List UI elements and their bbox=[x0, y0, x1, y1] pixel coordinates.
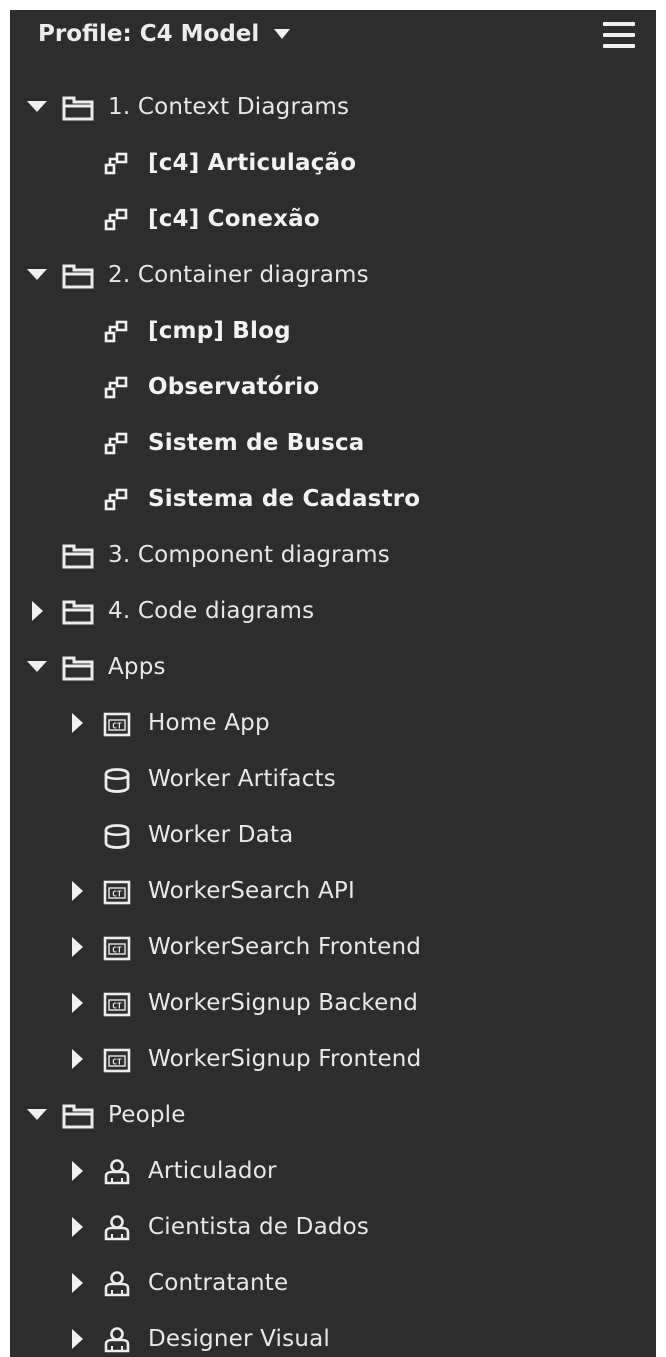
svg-text:CT: CT bbox=[112, 1002, 122, 1011]
diagram-icon bbox=[101, 318, 135, 346]
collapse-triangle-icon[interactable] bbox=[66, 1216, 88, 1238]
svg-text:CT: CT bbox=[112, 722, 122, 731]
tree-item-label: [c4] Conexão bbox=[148, 206, 320, 232]
tree-item-label: Sistem de Busca bbox=[148, 430, 365, 456]
folder-icon bbox=[61, 542, 95, 570]
container-icon: CT bbox=[101, 934, 135, 962]
tree-item-label: People bbox=[108, 1102, 186, 1128]
tree-item[interactable]: 3. Component diagrams bbox=[10, 528, 656, 584]
tree-item[interactable]: Observatório bbox=[10, 360, 656, 416]
tree-item[interactable]: [cmp] Blog bbox=[10, 304, 656, 360]
database-icon bbox=[101, 766, 135, 794]
tree-item[interactable]: Apps bbox=[10, 640, 656, 696]
tree-item[interactable]: Designer Visual bbox=[10, 1312, 656, 1357]
model-tree-panel: Profile: C4 Model 1. Context Diagrams [c4… bbox=[10, 10, 656, 1357]
tree-item[interactable]: CT WorkerSignup Backend bbox=[10, 976, 656, 1032]
tree-item[interactable]: 2. Container diagrams bbox=[10, 248, 656, 304]
tree-item[interactable]: Articulador bbox=[10, 1144, 656, 1200]
caret-down-icon bbox=[273, 28, 291, 40]
tree-item[interactable]: Worker Artifacts bbox=[10, 752, 656, 808]
person-icon bbox=[101, 1158, 135, 1186]
tree-item-label: Worker Data bbox=[148, 822, 294, 848]
folder-icon bbox=[61, 1102, 95, 1130]
tree-item-label: WorkerSignup Frontend bbox=[148, 1046, 422, 1072]
collapse-triangle-icon[interactable] bbox=[66, 1160, 88, 1182]
folder-icon bbox=[61, 654, 95, 682]
collapse-triangle-icon[interactable] bbox=[66, 880, 88, 902]
container-icon: CT bbox=[101, 710, 135, 738]
tree-item[interactable]: CT WorkerSearch Frontend bbox=[10, 920, 656, 976]
diagram-icon bbox=[101, 486, 135, 514]
collapse-triangle-icon[interactable] bbox=[26, 600, 48, 622]
tree-item-label: WorkerSearch API bbox=[148, 878, 355, 904]
tree-item-label: WorkerSignup Backend bbox=[148, 990, 419, 1016]
tree-item-label: Cientista de Dados bbox=[148, 1214, 370, 1240]
profile-selector[interactable]: Profile: C4 Model bbox=[38, 19, 291, 49]
tree-item-label: Articulador bbox=[148, 1158, 277, 1184]
tree-item[interactable]: People bbox=[10, 1088, 656, 1144]
person-icon bbox=[101, 1214, 135, 1242]
container-icon: CT bbox=[101, 990, 135, 1018]
collapse-triangle-icon[interactable] bbox=[66, 936, 88, 958]
expand-triangle-icon[interactable] bbox=[26, 264, 48, 286]
tree-item-label: Sistema de Cadastro bbox=[148, 486, 421, 512]
tree-item[interactable]: CT WorkerSearch API bbox=[10, 864, 656, 920]
collapse-triangle-icon[interactable] bbox=[66, 712, 88, 734]
tree-item-label: WorkerSearch Frontend bbox=[148, 934, 422, 960]
tree-item-label: [c4] Articulação bbox=[148, 150, 357, 176]
tree-item-label: 4. Code diagrams bbox=[108, 598, 315, 624]
tree-item[interactable]: [c4] Conexão bbox=[10, 192, 656, 248]
expand-triangle-icon[interactable] bbox=[26, 1104, 48, 1126]
tree-item[interactable]: [c4] Articulação bbox=[10, 136, 656, 192]
container-icon: CT bbox=[101, 1046, 135, 1074]
tree-item-label: Contratante bbox=[148, 1270, 289, 1296]
tree-item[interactable]: CT Home App bbox=[10, 696, 656, 752]
expand-triangle-icon[interactable] bbox=[26, 656, 48, 678]
hamburger-menu-icon[interactable] bbox=[603, 22, 635, 48]
tree-item[interactable]: 1. Context Diagrams bbox=[10, 80, 656, 136]
tree-item-label: Apps bbox=[108, 654, 166, 680]
diagram-icon bbox=[101, 150, 135, 178]
tree-item[interactable]: 4. Code diagrams bbox=[10, 584, 656, 640]
profile-label: Profile: C4 Model bbox=[38, 21, 260, 47]
tree-item[interactable]: CT WorkerSignup Frontend bbox=[10, 1032, 656, 1088]
diagram-icon bbox=[101, 430, 135, 458]
collapse-triangle-icon[interactable] bbox=[66, 1328, 88, 1350]
tree-item-label: Designer Visual bbox=[148, 1326, 330, 1352]
tree-item-label: 1. Context Diagrams bbox=[108, 94, 350, 120]
tree-item-label: 2. Container diagrams bbox=[108, 262, 369, 288]
person-icon bbox=[101, 1326, 135, 1354]
tree-item-label: Home App bbox=[148, 710, 270, 736]
folder-icon bbox=[61, 262, 95, 290]
svg-text:CT: CT bbox=[112, 890, 122, 899]
tree-item-label: Observatório bbox=[148, 374, 320, 400]
tree-item[interactable]: Sistem de Busca bbox=[10, 416, 656, 472]
folder-icon bbox=[61, 94, 95, 122]
svg-text:CT: CT bbox=[112, 1058, 122, 1067]
expand-triangle-icon[interactable] bbox=[26, 96, 48, 118]
database-icon bbox=[101, 822, 135, 850]
collapse-triangle-icon[interactable] bbox=[66, 1272, 88, 1294]
tree-item[interactable]: Cientista de Dados bbox=[10, 1200, 656, 1256]
tree-item[interactable]: Contratante bbox=[10, 1256, 656, 1312]
tree-item-label: [cmp] Blog bbox=[148, 318, 291, 344]
tree-item[interactable]: Worker Data bbox=[10, 808, 656, 864]
tree-item-label: Worker Artifacts bbox=[148, 766, 336, 792]
folder-icon bbox=[61, 598, 95, 626]
container-icon: CT bbox=[101, 878, 135, 906]
diagram-icon bbox=[101, 374, 135, 402]
collapse-triangle-icon[interactable] bbox=[66, 992, 88, 1014]
tree-item-label: 3. Component diagrams bbox=[108, 542, 390, 568]
panel-header: Profile: C4 Model bbox=[10, 10, 656, 60]
svg-text:CT: CT bbox=[112, 946, 122, 955]
tree-item[interactable]: Sistema de Cadastro bbox=[10, 472, 656, 528]
diagram-icon bbox=[101, 206, 135, 234]
collapse-triangle-icon[interactable] bbox=[66, 1048, 88, 1070]
person-icon bbox=[101, 1270, 135, 1298]
